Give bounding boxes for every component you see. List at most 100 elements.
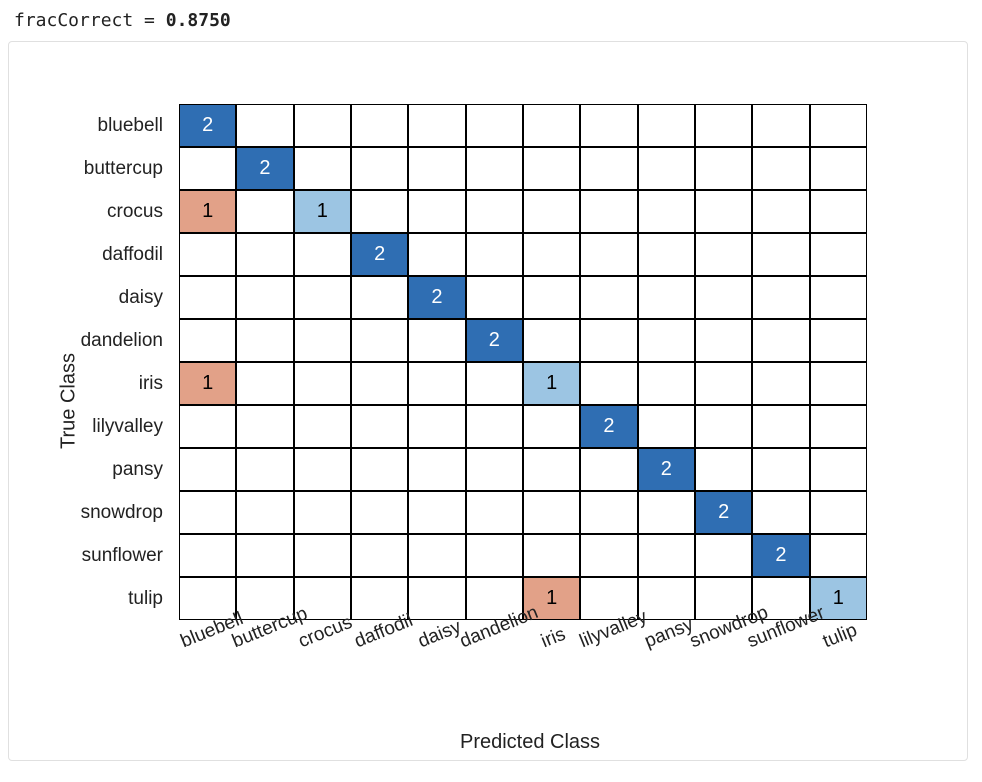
heatmap-cell xyxy=(752,147,809,190)
y-tick: lilyvalley xyxy=(9,405,171,448)
heatmap-cell xyxy=(695,319,752,362)
output-value: 0.8750 xyxy=(166,10,231,31)
heatmap-cell xyxy=(179,405,236,448)
heatmap-cell xyxy=(294,534,351,577)
x-tick: buttercup xyxy=(236,624,293,684)
heatmap-cell xyxy=(236,534,293,577)
x-tick: tulip xyxy=(810,624,867,684)
y-tick: iris xyxy=(9,362,171,405)
code-output-line: fracCorrect = 0.8750 xyxy=(8,8,974,41)
heatmap-cell xyxy=(638,534,695,577)
x-tick: dandelion xyxy=(466,624,523,684)
heatmap-cell xyxy=(810,319,867,362)
heatmap-cell xyxy=(638,104,695,147)
heatmap-cell xyxy=(752,233,809,276)
heatmap-cell xyxy=(810,276,867,319)
heatmap-cell xyxy=(294,104,351,147)
x-axis-label: Predicted Class xyxy=(460,731,600,754)
heatmap-cell xyxy=(638,405,695,448)
heatmap-cell xyxy=(523,190,580,233)
heatmap-cell xyxy=(351,405,408,448)
heatmap-cell xyxy=(752,448,809,491)
x-tick: bluebell xyxy=(179,624,236,684)
heatmap-cell xyxy=(523,534,580,577)
heatmap-cell: 2 xyxy=(408,276,465,319)
y-tick: daffodil xyxy=(9,233,171,276)
heatmap-cell xyxy=(695,233,752,276)
heatmap-cell xyxy=(580,276,637,319)
y-tick: snowdrop xyxy=(9,491,171,534)
heatmap-cell xyxy=(523,147,580,190)
x-tick-labels: bluebellbuttercupcrocusdaffodildaisydand… xyxy=(179,624,867,684)
heatmap-cell xyxy=(179,319,236,362)
x-tick: lilyvalley xyxy=(580,624,637,684)
heatmap-cell xyxy=(351,491,408,534)
heatmap-cell xyxy=(294,147,351,190)
heatmap-grid: 221122211222211 xyxy=(179,104,867,620)
heatmap-cell xyxy=(810,104,867,147)
heatmap-cell xyxy=(638,147,695,190)
heatmap-cell: 2 xyxy=(179,104,236,147)
heatmap-cell: 1 xyxy=(179,362,236,405)
heatmap-cell xyxy=(523,276,580,319)
heatmap-cell xyxy=(351,104,408,147)
heatmap-cell xyxy=(351,534,408,577)
heatmap-cell xyxy=(523,319,580,362)
output-varname: fracCorrect xyxy=(14,10,133,31)
heatmap-cell xyxy=(752,362,809,405)
heatmap-cell xyxy=(408,534,465,577)
heatmap-cell: 2 xyxy=(752,534,809,577)
heatmap-cell: 2 xyxy=(638,448,695,491)
heatmap-cell xyxy=(294,405,351,448)
heatmap-cell xyxy=(695,362,752,405)
heatmap-cell xyxy=(695,190,752,233)
heatmap-cell xyxy=(236,190,293,233)
output-equals: = xyxy=(133,10,166,31)
y-tick: buttercup xyxy=(9,147,171,190)
heatmap-cell xyxy=(695,104,752,147)
heatmap-cell xyxy=(351,276,408,319)
y-tick: bluebell xyxy=(9,104,171,147)
heatmap-cell xyxy=(638,319,695,362)
heatmap-cell xyxy=(294,276,351,319)
heatmap-cell xyxy=(408,448,465,491)
heatmap-cell xyxy=(752,190,809,233)
x-tick: crocus xyxy=(294,624,351,684)
heatmap-cell xyxy=(294,448,351,491)
heatmap-cell xyxy=(580,448,637,491)
heatmap-cell xyxy=(179,534,236,577)
heatmap-cell xyxy=(580,190,637,233)
heatmap-cell xyxy=(466,534,523,577)
heatmap-cell xyxy=(351,319,408,362)
heatmap-cell xyxy=(236,104,293,147)
heatmap-cell xyxy=(179,147,236,190)
heatmap-cell xyxy=(236,276,293,319)
heatmap-cell: 2 xyxy=(236,147,293,190)
confusion-matrix-chart: True Class bluebellbuttercupcrocusdaffod… xyxy=(8,41,968,761)
heatmap-cell xyxy=(810,405,867,448)
heatmap-cell xyxy=(638,276,695,319)
heatmap-cell xyxy=(466,491,523,534)
heatmap-cell xyxy=(580,534,637,577)
heatmap-cell: 1 xyxy=(523,362,580,405)
heatmap-cell xyxy=(466,276,523,319)
heatmap-cell xyxy=(810,491,867,534)
heatmap-cell xyxy=(523,104,580,147)
heatmap-cell xyxy=(638,190,695,233)
heatmap-cell xyxy=(695,147,752,190)
heatmap-cell xyxy=(638,233,695,276)
heatmap-cell xyxy=(695,276,752,319)
heatmap-cell xyxy=(466,405,523,448)
heatmap-cell xyxy=(236,448,293,491)
y-tick: pansy xyxy=(9,448,171,491)
x-tick: iris xyxy=(523,624,580,684)
heatmap-cell xyxy=(466,104,523,147)
heatmap-cell xyxy=(236,319,293,362)
heatmap-cell xyxy=(695,448,752,491)
heatmap-cell xyxy=(294,491,351,534)
heatmap-cell xyxy=(179,276,236,319)
heatmap-cell xyxy=(408,147,465,190)
heatmap-cell xyxy=(580,319,637,362)
heatmap-cell xyxy=(752,491,809,534)
heatmap-cell xyxy=(580,491,637,534)
